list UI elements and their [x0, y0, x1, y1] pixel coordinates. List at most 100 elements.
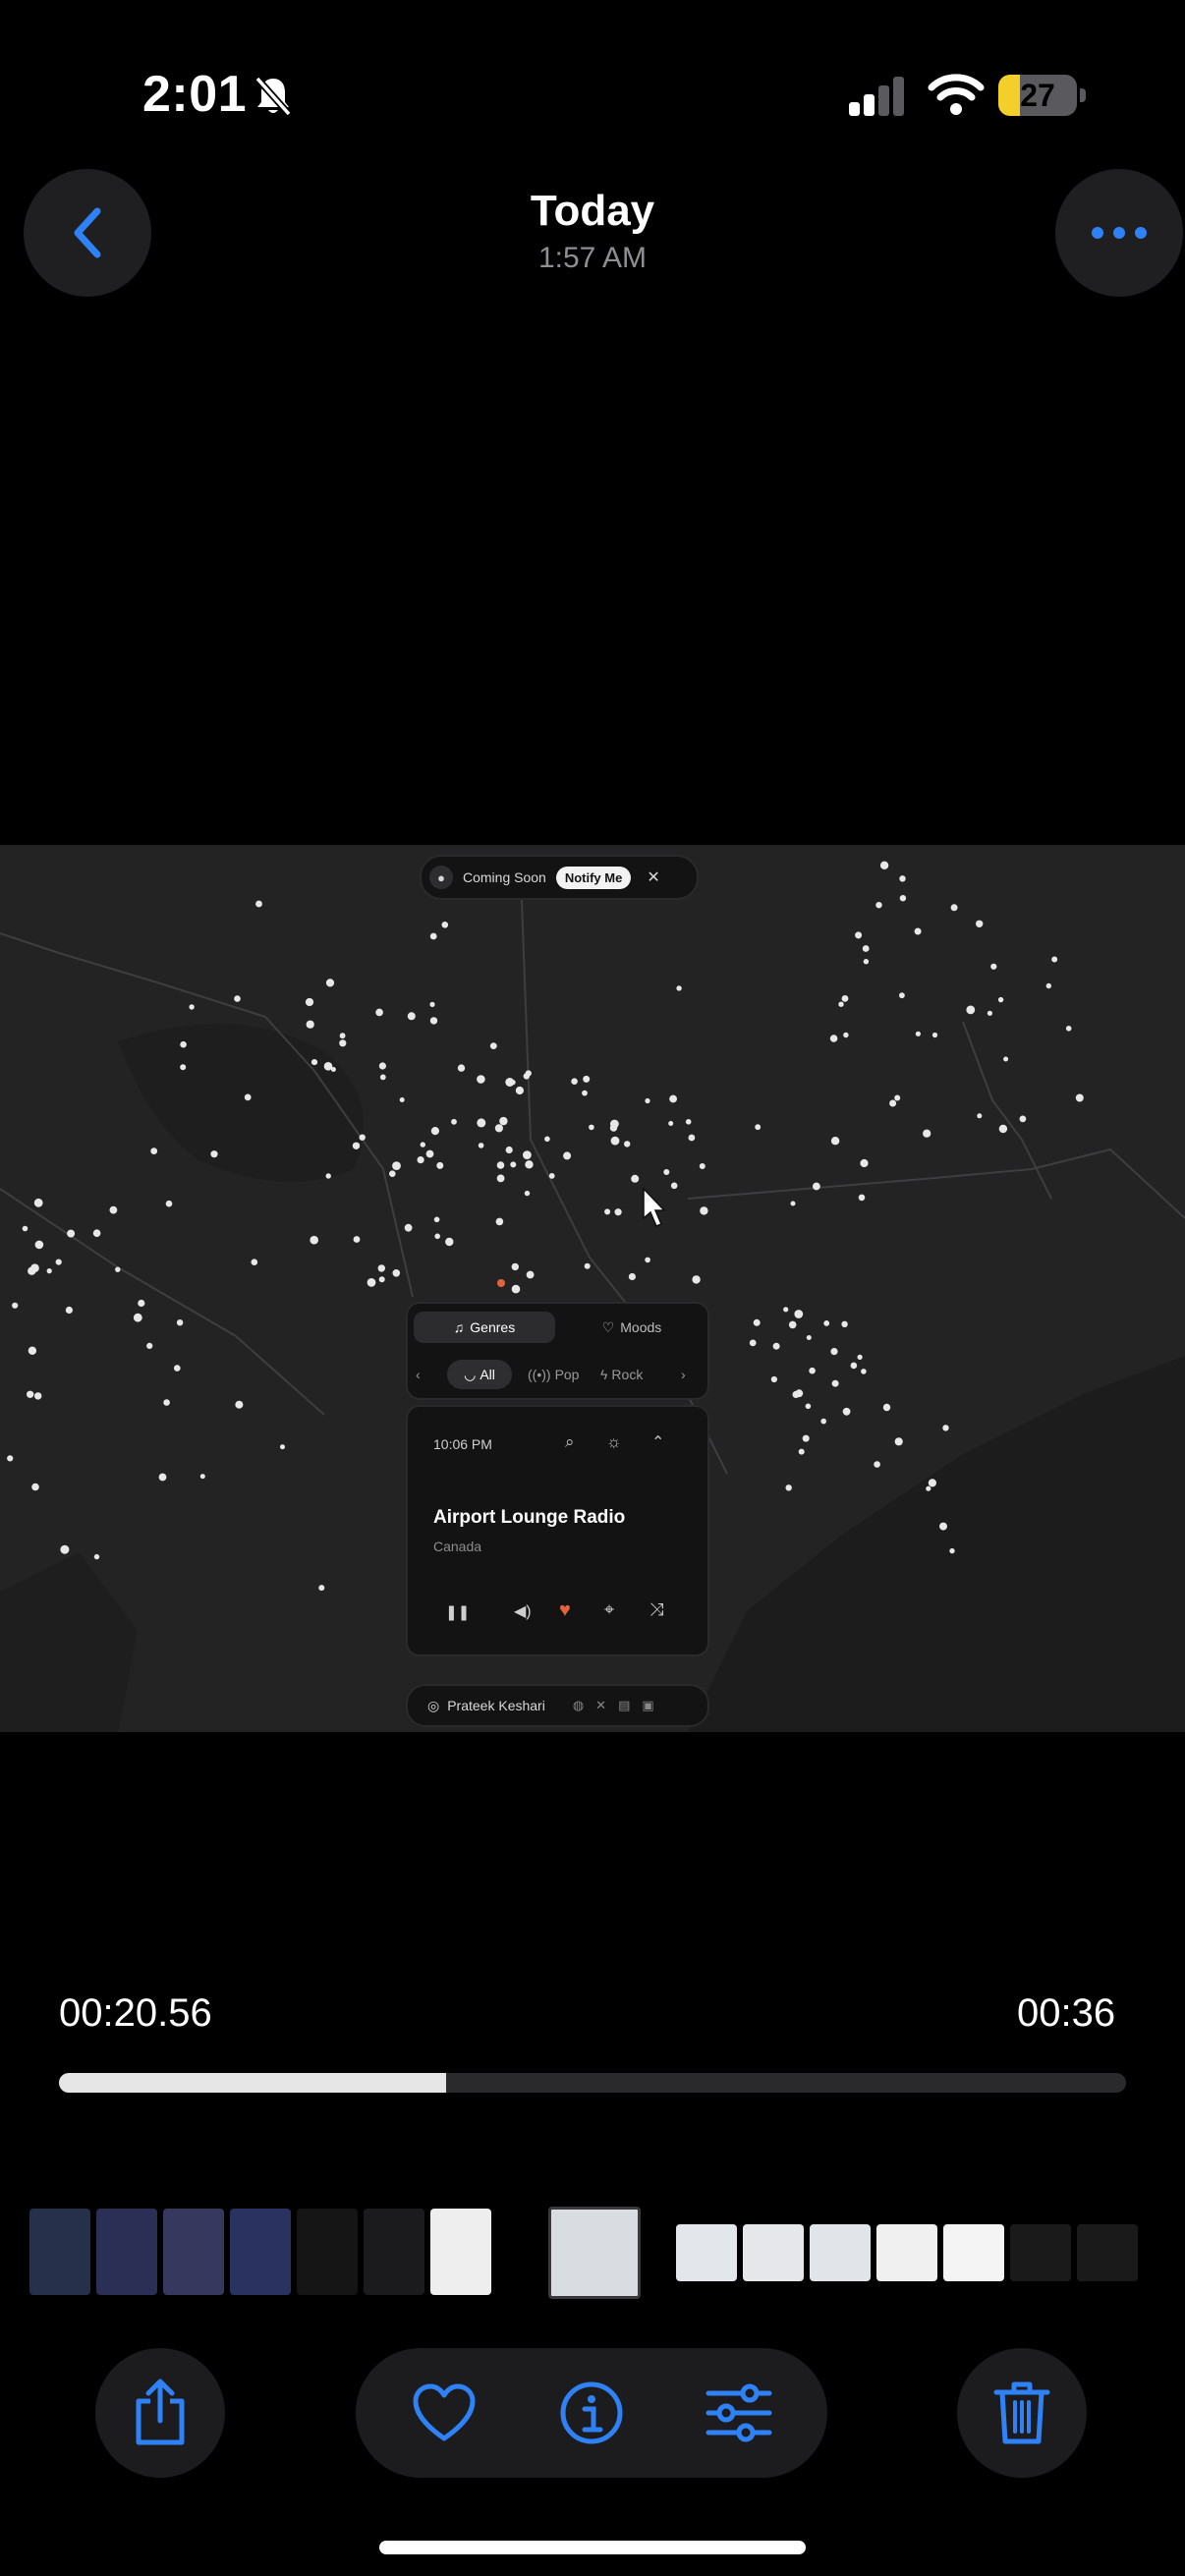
- station-marker[interactable]: [1075, 1093, 1084, 1102]
- station-marker[interactable]: [914, 927, 922, 935]
- station-marker[interactable]: [669, 1094, 677, 1103]
- station-marker[interactable]: [609, 1124, 618, 1132]
- station-marker[interactable]: [433, 1216, 440, 1223]
- volume-icon[interactable]: ◀): [514, 1601, 532, 1621]
- station-marker[interactable]: [158, 1473, 167, 1482]
- station-marker[interactable]: [210, 1150, 218, 1158]
- station-marker[interactable]: [280, 1444, 285, 1450]
- station-marker[interactable]: [189, 1004, 195, 1010]
- station-marker[interactable]: [1019, 1115, 1027, 1123]
- station-marker[interactable]: [610, 1136, 620, 1146]
- station-marker[interactable]: [477, 1075, 485, 1084]
- station-marker[interactable]: [392, 1161, 401, 1170]
- station-marker[interactable]: [441, 922, 449, 928]
- station-marker[interactable]: [805, 1403, 812, 1410]
- station-marker[interactable]: [700, 1206, 708, 1215]
- info-button[interactable]: [552, 2374, 631, 2452]
- station-marker[interactable]: [505, 1146, 513, 1154]
- station-marker[interactable]: [788, 1320, 797, 1329]
- favorite-button[interactable]: [405, 2374, 483, 2452]
- station-marker[interactable]: [544, 1136, 550, 1143]
- station-marker[interactable]: [966, 1005, 976, 1015]
- notify-me-button[interactable]: Notify Me: [555, 866, 632, 889]
- station-marker[interactable]: [862, 945, 870, 952]
- filmstrip-thumbnail[interactable]: [1010, 2224, 1071, 2281]
- filmstrip-thumbnail[interactable]: [943, 2224, 1004, 2281]
- station-marker[interactable]: [523, 1073, 530, 1080]
- station-marker[interactable]: [494, 1124, 503, 1133]
- station-marker[interactable]: [199, 1474, 205, 1480]
- station-marker[interactable]: [176, 1319, 184, 1326]
- station-marker[interactable]: [429, 1017, 438, 1025]
- station-marker[interactable]: [429, 932, 437, 940]
- station-marker[interactable]: [523, 1150, 532, 1159]
- station-marker[interactable]: [392, 1269, 401, 1277]
- station-marker[interactable]: [850, 1362, 858, 1370]
- station-marker[interactable]: [860, 1158, 869, 1168]
- station-marker[interactable]: [928, 1479, 937, 1487]
- station-marker[interactable]: [146, 1342, 153, 1349]
- station-marker[interactable]: [882, 1403, 891, 1412]
- search-icon[interactable]: ⌕: [565, 1432, 575, 1452]
- station-marker[interactable]: [798, 1448, 805, 1455]
- filmstrip-thumbnail[interactable]: [676, 2224, 737, 2281]
- station-marker[interactable]: [838, 1001, 844, 1007]
- filmstrip-thumbnail[interactable]: [297, 2209, 358, 2295]
- station-marker[interactable]: [899, 895, 907, 902]
- filmstrip-thumbnail[interactable]: [810, 2224, 871, 2281]
- edit-button[interactable]: [700, 2374, 778, 2452]
- station-marker[interactable]: [755, 1124, 762, 1131]
- station-marker[interactable]: [823, 1320, 830, 1326]
- filmstrip-thumbnail[interactable]: [743, 2224, 804, 2281]
- more-button[interactable]: [1055, 169, 1183, 297]
- station-marker[interactable]: [976, 920, 984, 927]
- tab-moods[interactable]: ♡ Moods: [561, 1312, 703, 1343]
- station-marker[interactable]: [899, 875, 906, 882]
- station-marker[interactable]: [22, 1225, 28, 1232]
- station-marker[interactable]: [27, 1390, 34, 1398]
- station-marker[interactable]: [1003, 1056, 1009, 1062]
- station-marker[interactable]: [753, 1318, 761, 1326]
- filmstrip-thumbnail[interactable]: [876, 2224, 937, 2281]
- station-marker[interactable]: [378, 1062, 386, 1070]
- station-marker[interactable]: [451, 1118, 457, 1125]
- sun-icon[interactable]: ☼: [606, 1432, 622, 1452]
- filmstrip-thumbnail[interactable]: [1077, 2224, 1138, 2281]
- station-marker[interactable]: [420, 1142, 425, 1148]
- favorite-heart-icon[interactable]: ♥: [559, 1599, 571, 1622]
- station-marker[interactable]: [806, 1335, 812, 1340]
- github-icon[interactable]: ◍: [573, 1698, 584, 1713]
- station-marker[interactable]: [407, 1012, 416, 1021]
- station-marker[interactable]: [990, 963, 997, 970]
- station-marker[interactable]: [879, 861, 889, 869]
- station-marker[interactable]: [998, 1124, 1008, 1134]
- chevron-left-icon[interactable]: ‹: [416, 1360, 421, 1389]
- station-marker[interactable]: [436, 1161, 444, 1169]
- station-marker[interactable]: [306, 1020, 314, 1029]
- station-marker[interactable]: [234, 995, 241, 1002]
- station-marker[interactable]: [244, 1093, 252, 1101]
- filmstrip-thumbnail[interactable]: [29, 2209, 90, 2295]
- station-marker[interactable]: [875, 902, 882, 909]
- chip-all[interactable]: ◡ All: [447, 1360, 512, 1389]
- station-marker[interactable]: [889, 1099, 897, 1107]
- station-marker[interactable]: [794, 1310, 804, 1318]
- station-marker[interactable]: [829, 1035, 838, 1042]
- station-marker[interactable]: [430, 1127, 439, 1136]
- station-marker[interactable]: [496, 1174, 505, 1183]
- station-marker[interactable]: [692, 1275, 701, 1284]
- station-marker[interactable]: [109, 1205, 118, 1214]
- station-marker[interactable]: [318, 1585, 325, 1592]
- station-marker[interactable]: [857, 1354, 863, 1360]
- station-marker[interactable]: [495, 1217, 504, 1226]
- x-icon[interactable]: ✕: [595, 1698, 606, 1713]
- station-marker[interactable]: [863, 959, 870, 965]
- station-marker[interactable]: [496, 1161, 505, 1169]
- station-marker[interactable]: [624, 1141, 631, 1148]
- station-marker[interactable]: [92, 1229, 101, 1237]
- station-marker[interactable]: [510, 1161, 517, 1168]
- station-marker[interactable]: [843, 1032, 849, 1038]
- station-marker[interactable]: [353, 1236, 361, 1243]
- share-button[interactable]: [95, 2348, 225, 2478]
- station-marker[interactable]: [631, 1174, 640, 1183]
